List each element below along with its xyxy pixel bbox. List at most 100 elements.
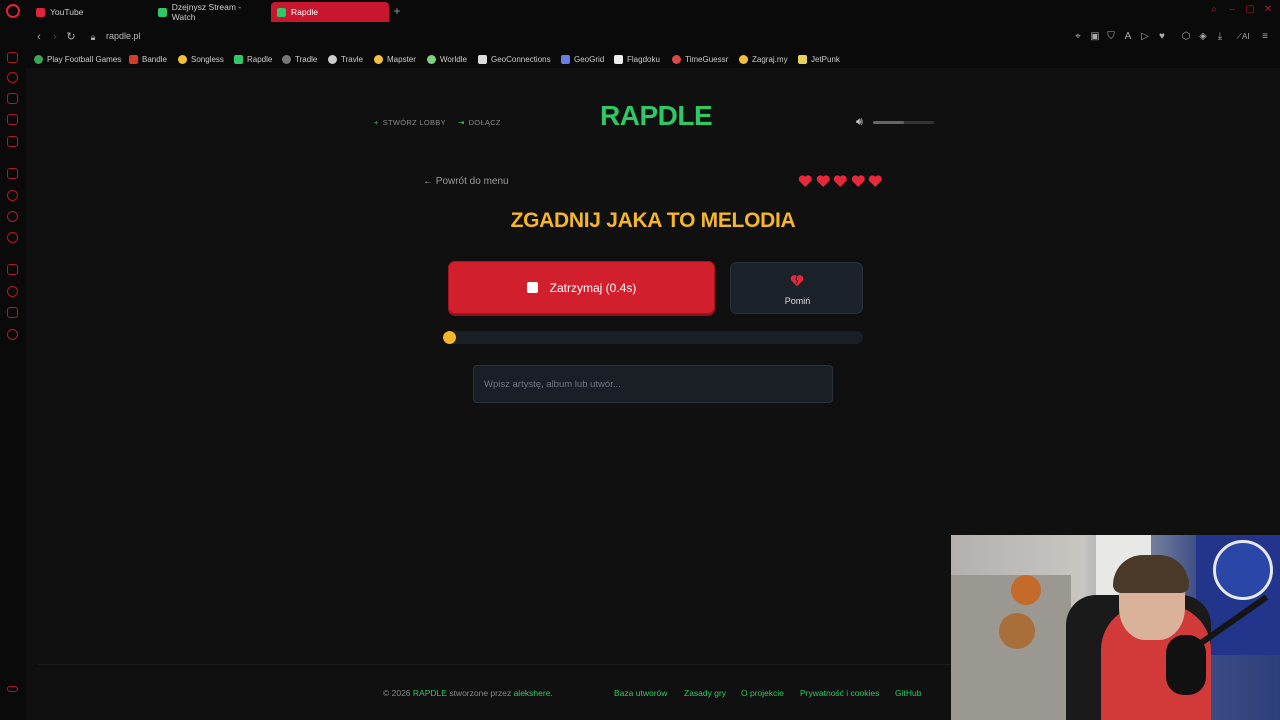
sidebar-music-icon[interactable]	[7, 232, 18, 243]
reload-icon[interactable]: ↻	[64, 30, 78, 44]
heart-icon	[851, 175, 865, 188]
plus-icon: +	[374, 118, 379, 127]
browser-sidebar	[0, 44, 26, 720]
football-icon	[34, 54, 43, 64]
skip-button[interactable]: Pomiń	[730, 262, 863, 314]
back-icon[interactable]: ‹	[32, 30, 46, 44]
sidebar-settings-icon[interactable]	[7, 329, 18, 340]
sidebar-news-icon[interactable]	[7, 114, 18, 125]
bookmark-label: JetPunk	[811, 54, 840, 64]
guess-search-input[interactable]	[473, 365, 833, 403]
song-progress-fill	[443, 331, 456, 344]
sidebar-apps-icon[interactable]	[7, 168, 18, 179]
bookmark-worldle[interactable]: Worldle	[427, 53, 467, 65]
webcam-overlay	[951, 535, 1280, 720]
play-icon[interactable]: ▷	[1139, 31, 1151, 43]
translate-icon[interactable]: A	[1122, 31, 1134, 43]
footer-link-about[interactable]: O projekcie	[741, 688, 784, 698]
maximize-icon[interactable]: ▢	[1244, 4, 1256, 16]
bookmark-rapdle[interactable]: Rapdle	[234, 53, 272, 65]
rapdle-logo[interactable]: RAPDLE	[600, 100, 713, 132]
bookmark-tradle[interactable]: Tradle	[282, 53, 317, 65]
tab-label: Rapdle	[291, 7, 318, 17]
worldle-icon	[427, 54, 436, 64]
back-to-menu-link[interactable]: ← Powrót do menu	[423, 176, 509, 187]
bookmark-songless[interactable]: Songless	[178, 53, 224, 65]
new-tab-button[interactable]: +	[391, 5, 403, 17]
sidebar-home-icon[interactable]	[7, 52, 18, 63]
sidebar-whatsapp-icon[interactable]	[7, 211, 18, 222]
footer-author-link[interactable]: alekshere.	[514, 688, 553, 698]
sidebar-clock-icon[interactable]	[7, 286, 18, 297]
rapdle-icon	[234, 54, 243, 64]
lock-icon: 🔒︎	[90, 32, 96, 42]
sidebar-player-icon[interactable]	[7, 264, 18, 275]
bookmark-label: Bandle	[142, 54, 167, 64]
sidebar-wallet-icon[interactable]	[7, 136, 18, 147]
sidebar-more-icon[interactable]	[7, 686, 18, 692]
ai-icon[interactable]: ⟋AI	[1234, 31, 1252, 43]
shield-icon[interactable]: ⛉	[1105, 31, 1117, 43]
sidebar-bookmark-icon[interactable]	[7, 307, 18, 318]
minimize-icon[interactable]: –	[1226, 4, 1238, 16]
url-field[interactable]: rapdle.pl	[106, 31, 141, 41]
bookmark-geoconnections[interactable]: GeoConnections	[478, 53, 551, 65]
heart-icon	[798, 175, 812, 188]
download-icon[interactable]: ⤓	[1214, 31, 1226, 43]
bookmark-mapster[interactable]: Mapster	[374, 53, 416, 65]
skip-button-label: Pomiń	[784, 296, 811, 306]
bookmarks-bar: Play Football Games Bandle Songless Rapd…	[0, 50, 1280, 68]
join-button[interactable]: ⇥ DOŁĄCZ	[458, 118, 501, 127]
bookmark-jetpunk[interactable]: JetPunk	[798, 53, 840, 65]
bookmark-label: GeoGrid	[574, 54, 605, 64]
sidebar-bag-icon[interactable]	[7, 93, 18, 104]
bookmark-bandle[interactable]: Bandle	[129, 53, 167, 65]
footer-link-rules[interactable]: Zasady gry	[684, 688, 726, 698]
footer-brand-link[interactable]: RAPDLE	[413, 688, 447, 698]
bookmark-geogrid[interactable]: GeoGrid	[561, 53, 604, 65]
tab-label: Dzejnysz Stream - Watch	[171, 2, 242, 22]
footer-link-songs[interactable]: Baza utworów	[614, 688, 667, 698]
bookmark-travle[interactable]: Travle	[328, 53, 363, 65]
bookmark-label: Tradle	[295, 54, 318, 64]
bookmark-label: Rapdle	[247, 54, 273, 64]
footer-link-github[interactable]: GitHub	[895, 688, 921, 698]
flagdoku-icon	[614, 54, 623, 64]
bookmark-timeguessr[interactable]: TimeGuessr	[672, 53, 728, 65]
bookmark-label: Zagraj.my	[752, 54, 788, 64]
close-window-icon[interactable]: ✕	[1262, 4, 1274, 16]
bandle-icon	[129, 54, 138, 64]
sidebar-messenger-icon[interactable]	[7, 190, 18, 201]
tab-youtube[interactable]: YouTube	[30, 2, 148, 22]
stop-playback-button[interactable]: Zatrzymaj (0.4s)	[448, 261, 715, 314]
forward-icon[interactable]: ›	[48, 30, 62, 44]
tab-stream[interactable]: Dzejnysz Stream - Watch	[152, 2, 264, 22]
volume-slider-fill	[873, 121, 904, 124]
volume-icon[interactable]: 🔊︎	[856, 116, 863, 129]
volume-slider[interactable]	[873, 121, 934, 124]
bookmark-label: Travle	[341, 54, 363, 64]
sidebar-history-icon[interactable]	[7, 72, 18, 83]
join-icon: ⇥	[458, 118, 465, 127]
address-bar: ‹ › ↻ 🔒︎ rapdle.pl ⌖ ▣ ⛉ A ▷ ♥ ⬡ ◈ ⤓ ⟋AI…	[0, 24, 1280, 50]
heart-icon	[816, 175, 830, 188]
webcam-crest	[1213, 540, 1273, 600]
extensions-icon[interactable]: ⬡	[1180, 31, 1192, 43]
timeguessr-icon	[672, 54, 681, 64]
bookmark-zagraj[interactable]: Zagraj.my	[739, 53, 788, 65]
create-lobby-button[interactable]: + STWÓRZ LOBBY	[374, 118, 446, 127]
menu-icon[interactable]: ≡	[1259, 31, 1271, 43]
search-tabs-icon[interactable]: ⌕	[1208, 4, 1220, 16]
opera-logo-icon[interactable]	[6, 4, 20, 18]
songless-icon	[178, 54, 187, 64]
broken-heart-icon	[790, 275, 804, 287]
rapdle-tab-icon	[277, 7, 286, 17]
bookmark-flagdoku[interactable]: Flagdoku	[614, 53, 660, 65]
tab-rapdle[interactable]: Rapdle	[271, 2, 389, 22]
footer-link-privacy[interactable]: Prywatność i cookies	[800, 688, 879, 698]
pin-icon[interactable]: ⌖	[1072, 31, 1084, 43]
favorite-heart-icon[interactable]: ♥	[1156, 31, 1168, 43]
wallet-icon[interactable]: ◈	[1197, 31, 1209, 43]
snapshot-icon[interactable]: ▣	[1089, 31, 1101, 43]
bookmark-play-football-games[interactable]: Play Football Games	[34, 53, 121, 65]
